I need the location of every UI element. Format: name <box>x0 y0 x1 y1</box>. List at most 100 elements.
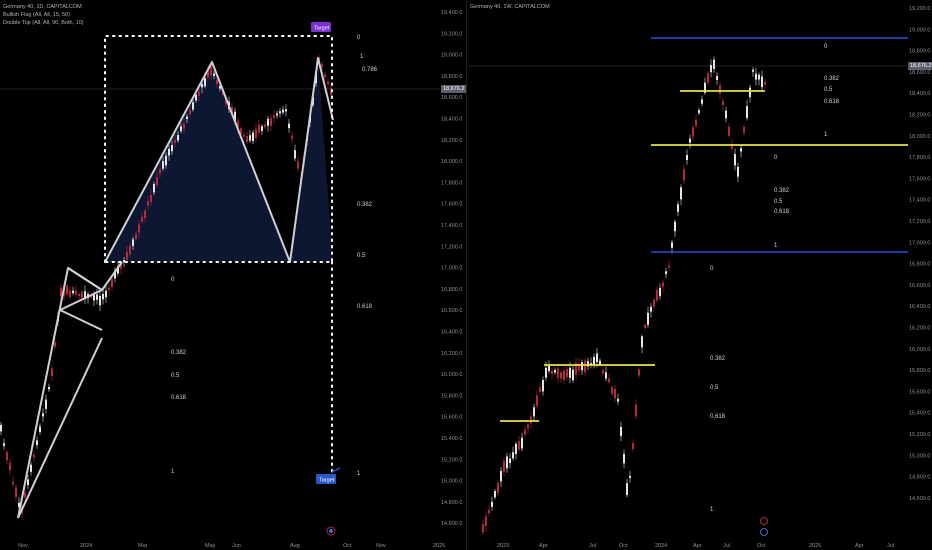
candle-body <box>3 443 5 446</box>
candle-body <box>294 150 296 159</box>
time-axis-label: Jun <box>232 543 241 549</box>
price-axis-label: 18,000.0 <box>441 159 462 165</box>
candle-body <box>764 82 766 85</box>
price-axis-label: 16,400.0 <box>441 330 462 336</box>
candle-body <box>12 481 14 485</box>
candle-body <box>602 370 604 374</box>
candle-body <box>168 148 170 156</box>
price-axis-label: 16,600.0 <box>441 308 462 314</box>
price-axis-label: 17,200.0 <box>909 219 930 225</box>
fib-level-label: 0 <box>774 155 778 161</box>
candle-body <box>656 289 658 301</box>
candle-body <box>740 148 742 152</box>
candle-body <box>701 99 703 104</box>
candle-body <box>686 154 688 161</box>
candle-body <box>719 85 721 94</box>
candle-body <box>494 491 496 498</box>
price-axis-label: 16,400.0 <box>909 304 930 310</box>
candle-body <box>599 360 601 365</box>
candle-body <box>144 210 146 219</box>
candle-body <box>327 81 329 85</box>
candle-body <box>51 368 53 376</box>
candle-body <box>542 379 544 392</box>
time-axis-label: 2024 <box>655 543 667 549</box>
candle-body <box>584 360 586 373</box>
candle-body <box>27 479 29 486</box>
candle-body <box>623 454 625 464</box>
candle-body <box>527 424 529 429</box>
candle-body <box>548 365 550 372</box>
fib-level-label: 0.618 <box>824 99 840 105</box>
legend-double-top[interactable]: Double Top (All, All, 90, Both, 10) <box>3 19 84 27</box>
candle-body <box>515 443 517 454</box>
candle-body <box>324 74 326 78</box>
candle-body <box>99 295 101 306</box>
candle-body <box>644 324 646 328</box>
candle-body <box>692 127 694 137</box>
candle-body <box>680 187 682 200</box>
candle-body <box>45 399 47 409</box>
flag-lower-trend <box>17 337 103 519</box>
candle-body <box>518 440 520 450</box>
fib-level-label: 0.786 <box>362 67 378 73</box>
target-bottom-label: Target <box>319 478 335 484</box>
daily-chart-canvas[interactable]: 19,400.0 19,200.0 19,000.0 18,800.0 18,600.0… <box>0 0 466 550</box>
candle-body <box>482 524 484 533</box>
price-axis-label: 19,200.0 <box>909 6 930 12</box>
candle-body <box>132 239 134 246</box>
price-axis-label: 16,200.0 <box>909 326 930 332</box>
candle-body <box>291 135 293 139</box>
price-axis-label: 15,600.0 <box>441 415 462 421</box>
candle-body <box>216 79 218 85</box>
price-axis-label: 17,000.0 <box>441 266 462 272</box>
candle-body <box>728 126 730 136</box>
candle-body <box>276 113 278 116</box>
price-axis-label: 15,200.0 <box>909 432 930 438</box>
fib-level-label: 0.382 <box>774 188 790 194</box>
fib-level-label: 1 <box>824 132 828 138</box>
weekly-chart-canvas[interactable]: 19,200.0 19,000.0 18,800.0 18,600.0 18,400.0… <box>467 0 932 550</box>
candle-body <box>69 290 71 297</box>
candle-body <box>204 78 206 87</box>
candle-body <box>557 368 559 378</box>
candle-body <box>270 118 272 126</box>
legend-bullish-flag[interactable]: Bullish Flag (All, All, 15, 50) <box>3 11 84 19</box>
candle-body <box>647 312 649 325</box>
candle-body <box>635 404 637 417</box>
legend-symbol: Germany 40, 1D, CAPITALCOM <box>3 4 82 10</box>
chart-panel-daily[interactable]: 19,400.0 19,200.0 19,000.0 18,800.0 18,600.0… <box>0 0 466 550</box>
candle-body <box>638 369 640 376</box>
candle-body <box>689 138 691 143</box>
candle-body <box>78 294 80 297</box>
candle-body <box>147 200 149 206</box>
candle-body <box>506 456 508 469</box>
price-axis-label: 16,800.0 <box>441 287 462 293</box>
candle-body <box>15 487 17 498</box>
time-axis-label: May <box>205 543 216 549</box>
price-axis-label: 18,200.0 <box>441 138 462 144</box>
candle-body <box>734 154 736 166</box>
candle-body <box>695 120 697 126</box>
candle-body <box>743 126 745 133</box>
candle-body <box>141 216 143 222</box>
bullish-flag-line <box>17 267 103 519</box>
candle-body <box>171 145 173 152</box>
candle-body <box>488 509 490 514</box>
time-axis-label: Nov <box>376 543 386 549</box>
fib-level-label: 0.5 <box>710 385 719 391</box>
candle-body <box>258 124 260 133</box>
candle-body <box>135 234 137 240</box>
candle-body <box>213 73 215 76</box>
chart-panel-weekly[interactable]: 19,200.0 19,000.0 18,800.0 18,600.0 18,400.0… <box>466 0 932 550</box>
candle-body <box>93 294 95 301</box>
time-axis-label: 2023 <box>497 543 509 549</box>
fib-level-label: 1 <box>357 471 361 477</box>
candle-body <box>129 245 131 255</box>
candle-body <box>195 94 197 101</box>
candle-body <box>716 76 718 80</box>
candle-body <box>503 460 505 473</box>
candle-body <box>150 195 152 203</box>
fib-level-label: 0 <box>710 266 714 272</box>
fib-level-label: 0.382 <box>824 76 840 82</box>
time-axis-label: Mar <box>138 543 148 549</box>
